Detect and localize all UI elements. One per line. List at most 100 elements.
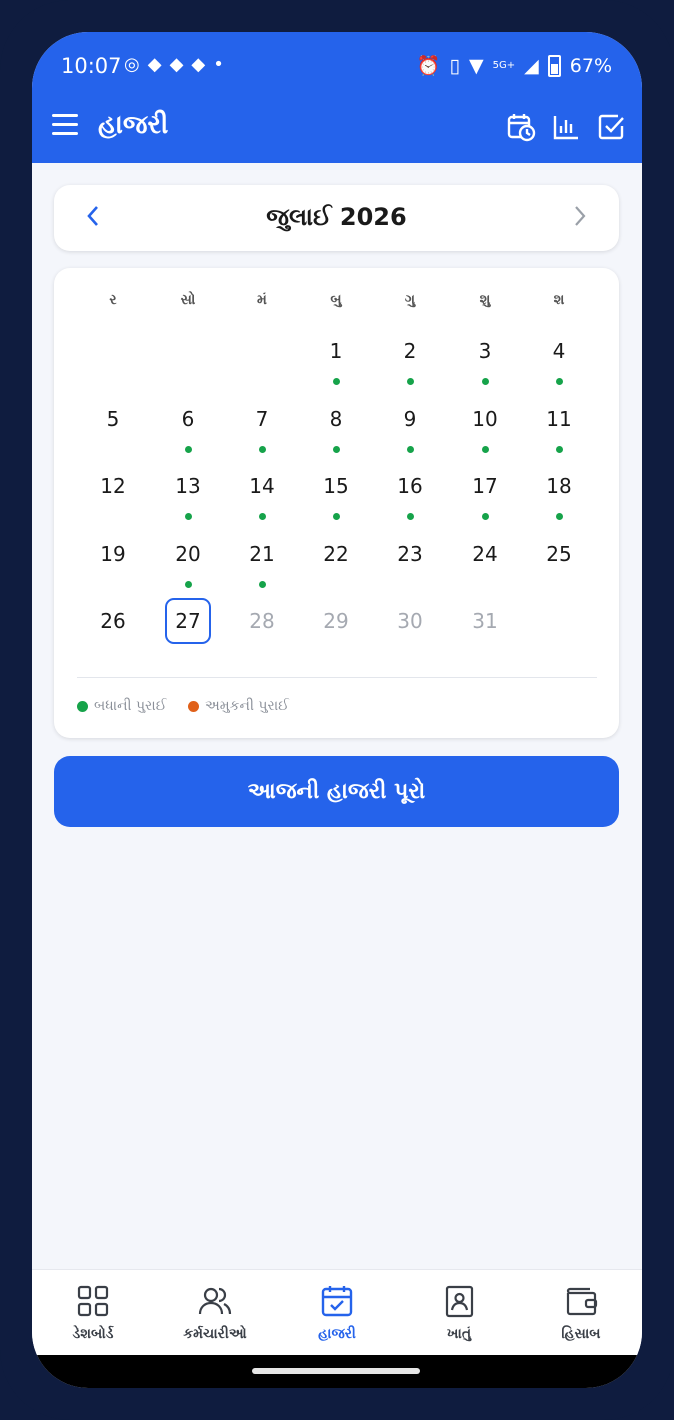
nav-item-employees[interactable]: કર્મચારીઓ — [154, 1270, 276, 1356]
nav-label: હિસાબ — [561, 1326, 601, 1342]
attendance-dot — [184, 513, 192, 520]
nav-label: ખાતું — [446, 1326, 472, 1342]
bar-chart-icon[interactable] — [551, 112, 581, 142]
calendar-day[interactable]: 28 — [239, 598, 285, 644]
nav-label: ડેશબોર્ડ — [72, 1326, 114, 1342]
legend-all-present: બધાની પુરાઈ — [77, 698, 167, 714]
calendar-day[interactable]: 2 — [387, 328, 433, 374]
contact-book-icon — [445, 1285, 474, 1318]
calendar-day[interactable]: 29 — [313, 598, 359, 644]
attendance-dot — [406, 513, 414, 520]
next-month-icon[interactable] — [565, 201, 595, 231]
gesture-area — [32, 1355, 642, 1388]
calendar-day-today[interactable]: 27 — [165, 598, 211, 644]
dot-icon: • — [213, 54, 232, 75]
legend-swatch — [188, 700, 199, 712]
weekday-header: બુ — [330, 292, 342, 308]
main-content: જુલાઈ 2026 બધાની પુરાઈ અમુકની પુરાઈ ર સો મ… — [32, 163, 642, 1269]
month-title: જુલાઈ 2026 — [266, 203, 407, 231]
divider — [77, 677, 597, 678]
whatsapp-icon: ◎ — [124, 54, 148, 75]
calendar-day[interactable]: 4 — [536, 328, 582, 374]
calendar-clock-icon[interactable] — [506, 112, 536, 142]
calendar-day[interactable]: 13 — [165, 463, 211, 509]
month-selector: જુલાઈ 2026 — [54, 185, 619, 251]
snapchat-icon: ◆ — [191, 54, 214, 75]
wifi-icon: ▼ — [469, 54, 484, 77]
attendance-dot — [332, 446, 340, 453]
calendar-day[interactable]: 17 — [462, 463, 508, 509]
attendance-dot — [555, 513, 563, 520]
battery-icon — [547, 54, 561, 77]
calendar-day[interactable]: 26 — [90, 598, 136, 644]
nav-item-dashboard[interactable]: ડેશબોર્ડ — [32, 1270, 154, 1356]
calendar-day[interactable]: 1 — [313, 328, 359, 374]
gesture-handle[interactable] — [252, 1368, 420, 1374]
page-title: હાજરી — [98, 110, 169, 140]
calendar-day[interactable]: 19 — [90, 531, 136, 577]
calendar-day[interactable]: 9 — [387, 396, 433, 442]
status-right-group: ⏰ ▯ ▼ 5G+ ◢ 67% — [417, 54, 612, 77]
legend-partial-present: અમુકની પુરાઈ — [188, 698, 289, 714]
weekday-header: ર — [109, 292, 117, 308]
mark-today-attendance-button[interactable]: આજની હાજરી પૂરો — [54, 756, 619, 827]
notification-icons: ◎◆◆◆• — [124, 54, 232, 75]
legend-label: અમુકની પુરાઈ — [205, 698, 289, 714]
calendar-day[interactable]: 23 — [387, 531, 433, 577]
attendance-dot — [555, 446, 563, 453]
nav-item-accounts-ledger[interactable]: હિસાબ — [520, 1270, 642, 1356]
calendar-day[interactable]: 16 — [387, 463, 433, 509]
toolbar: હાજરી — [32, 98, 642, 163]
calendar-day[interactable]: 11 — [536, 396, 582, 442]
dashboard-grid-icon — [77, 1285, 109, 1317]
attendance-dot — [332, 513, 340, 520]
calendar-day[interactable]: 14 — [239, 463, 285, 509]
snapchat-icon: ◆ — [147, 54, 170, 75]
calendar-day[interactable]: 30 — [387, 598, 433, 644]
attendance-dot — [481, 446, 489, 453]
attendance-dot — [481, 378, 489, 385]
calendar-day[interactable]: 25 — [536, 531, 582, 577]
status-bar: 10:07 ◎◆◆◆• ⏰ ▯ ▼ 5G+ ◢ 67% — [32, 32, 642, 98]
weekday-header: મં — [257, 292, 267, 308]
weekday-header: શ — [553, 292, 565, 308]
nav-item-account[interactable]: ખાતું — [398, 1270, 520, 1356]
attendance-dot — [258, 446, 266, 453]
nav-label: કર્મચારીઓ — [183, 1326, 247, 1342]
calendar-day[interactable]: 20 — [165, 531, 211, 577]
bottom-nav: ડેશબોર્ડ કર્મચારીઓ હાજરી ખાતું હિસાબ — [32, 1269, 642, 1356]
checkbox-icon[interactable] — [596, 112, 626, 142]
calendar-day[interactable]: 15 — [313, 463, 359, 509]
network-type: 5G+ — [492, 60, 516, 71]
users-icon — [198, 1287, 232, 1315]
attendance-dot — [332, 378, 340, 385]
calendar-day[interactable]: 21 — [239, 531, 285, 577]
calendar-grid: બધાની પુરાઈ અમુકની પુરાઈ ર સો મં બુ ગુ શુ શ 1 2 3… — [54, 268, 619, 738]
nav-item-attendance[interactable]: હાજરી — [276, 1270, 398, 1356]
snapchat-icon: ◆ — [169, 54, 192, 75]
attendance-dot — [555, 378, 563, 385]
calendar-day[interactable]: 31 — [462, 598, 508, 644]
calendar-day[interactable]: 6 — [165, 396, 211, 442]
nav-label: હાજરી — [318, 1326, 356, 1342]
calendar-day[interactable]: 10 — [462, 396, 508, 442]
alarm-icon: ⏰ — [416, 55, 441, 77]
wallet-icon — [566, 1287, 598, 1316]
screen: 10:07 ◎◆◆◆• ⏰ ▯ ▼ 5G+ ◢ 67% હાજરી જુલાઈ … — [32, 32, 642, 1388]
attendance-dot — [481, 513, 489, 520]
calendar-day[interactable]: 7 — [239, 396, 285, 442]
calendar-day[interactable]: 12 — [90, 463, 136, 509]
calendar-day[interactable]: 3 — [462, 328, 508, 374]
weekday-header: શુ — [479, 292, 491, 308]
attendance-dot — [258, 513, 266, 520]
calendar-day[interactable]: 8 — [313, 396, 359, 442]
attendance-dot — [406, 378, 414, 385]
attendance-dot — [184, 446, 192, 453]
calendar-day[interactable]: 24 — [462, 531, 508, 577]
menu-icon[interactable] — [52, 114, 78, 136]
legend-label: બધાની પુરાઈ — [94, 698, 167, 714]
calendar-day[interactable]: 22 — [313, 531, 359, 577]
calendar-day[interactable]: 5 — [90, 396, 136, 442]
calendar-day[interactable]: 18 — [536, 463, 582, 509]
weekday-header: ગુ — [404, 292, 416, 308]
